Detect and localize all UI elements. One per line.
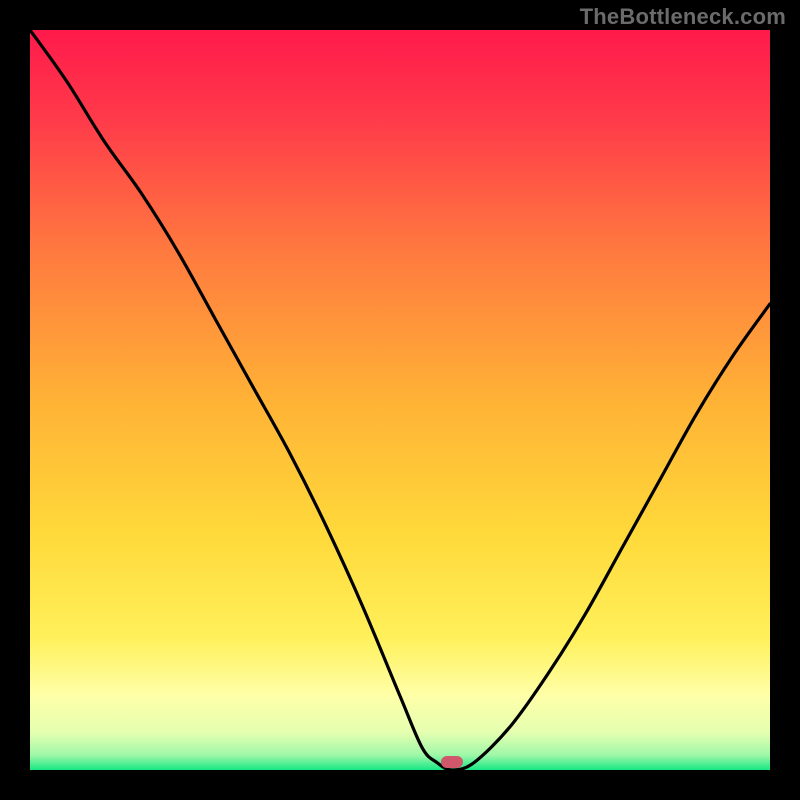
optimal-marker: [441, 756, 463, 768]
plot-area: [30, 30, 770, 770]
chart-frame: TheBottleneck.com: [0, 0, 800, 800]
bottleneck-curve: [30, 30, 770, 770]
watermark-text: TheBottleneck.com: [580, 4, 786, 30]
